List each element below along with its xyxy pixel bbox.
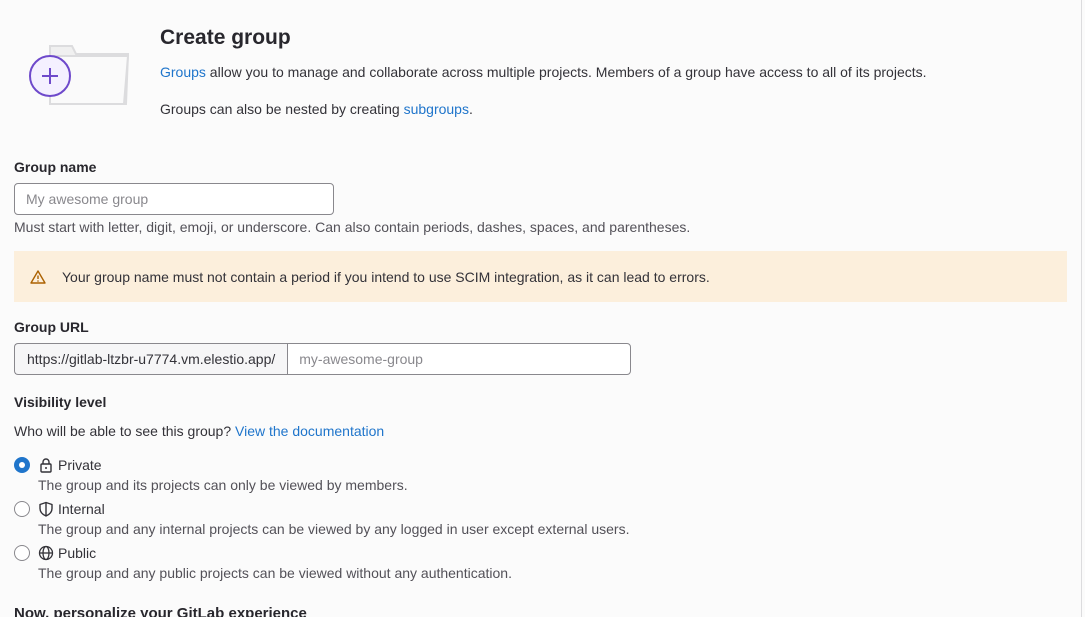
folder-plus-illustration-icon <box>29 45 130 105</box>
subgroups-intro-suffix: . <box>468 101 473 117</box>
personalize-heading: Now, personalize your GitLab experience <box>14 605 307 617</box>
shield-icon <box>38 501 54 517</box>
public-radio[interactable] <box>14 545 30 561</box>
subgroups-link[interactable]: subgroups <box>404 101 469 117</box>
visibility-question: Who will be able to see this group? View… <box>14 423 384 439</box>
view-documentation-link[interactable]: View the documentation <box>235 423 384 439</box>
alert-text: Your group name must not contain a perio… <box>62 268 710 285</box>
group-name-label: Group name <box>14 159 97 175</box>
subgroups-intro-text: Groups can also be nested by creating <box>160 101 404 117</box>
visibility-option-private[interactable]: Private <box>14 457 102 473</box>
warning-icon <box>30 269 46 285</box>
internal-description: The group and any internal projects can … <box>38 521 630 537</box>
page-title: Create group <box>160 26 291 49</box>
group-url-field: https://gitlab-ltzbr-u7774.vm.elestio.ap… <box>14 343 631 375</box>
internal-label: Internal <box>58 501 105 517</box>
internal-radio[interactable] <box>14 501 30 517</box>
private-radio[interactable] <box>14 457 30 473</box>
groups-link[interactable]: Groups <box>160 64 206 80</box>
visibility-level-label: Visibility level <box>14 394 107 410</box>
page-header: Create group Groups allow you to manage … <box>0 0 1080 130</box>
lock-icon <box>38 457 54 473</box>
group-name-input[interactable] <box>14 183 334 215</box>
visibility-question-text: Who will be able to see this group? <box>14 423 236 439</box>
public-label: Public <box>58 545 97 561</box>
private-description: The group and its projects can only be v… <box>38 477 408 493</box>
group-url-label: Group URL <box>14 319 89 335</box>
group-url-path-input[interactable] <box>287 343 631 375</box>
public-description: The group and any public projects can be… <box>38 565 512 581</box>
group-url-prefix: https://gitlab-ltzbr-u7774.vm.elestio.ap… <box>14 343 288 375</box>
group-name-help: Must start with letter, digit, emoji, or… <box>14 219 691 235</box>
subgroups-intro: Groups can also be nested by creating su… <box>160 101 473 117</box>
page-scrollbar[interactable] <box>1081 0 1085 617</box>
visibility-option-public[interactable]: Public <box>14 545 96 561</box>
scim-warning-alert: Your group name must not contain a perio… <box>14 251 1067 302</box>
globe-icon <box>38 545 54 561</box>
groups-intro: Groups allow you to manage and collabora… <box>160 64 927 80</box>
visibility-option-internal[interactable]: Internal <box>14 501 105 517</box>
groups-intro-text: allow you to manage and collaborate acro… <box>205 64 927 80</box>
private-label: Private <box>58 457 102 473</box>
